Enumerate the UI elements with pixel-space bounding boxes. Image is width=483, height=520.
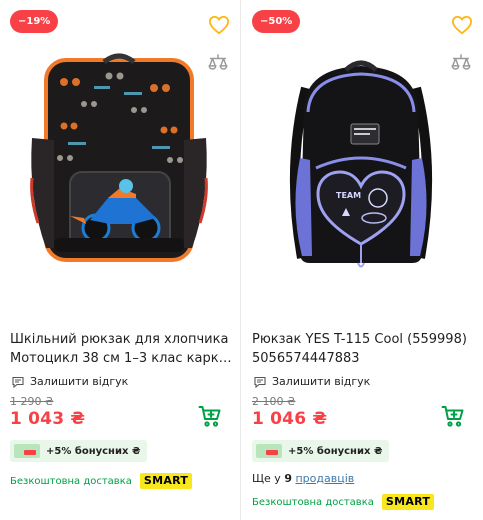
stock-count: 9 bbox=[284, 472, 292, 485]
product-title[interactable]: Рюкзак YES T-115 Cool (559998) 505657444… bbox=[252, 330, 477, 368]
product-title-line: Мотоцикл 38 см 1–3 клас каркасни… bbox=[10, 351, 235, 366]
bonus-label: +5% бонусних ₴ bbox=[46, 445, 141, 457]
old-price: 1 290 ₴ bbox=[10, 395, 54, 408]
discount-badge: −50% bbox=[252, 10, 301, 33]
product-image[interactable] bbox=[24, 48, 214, 278]
svg-text:TEAM: TEAM bbox=[336, 191, 361, 200]
bonus-badge: +5% бонусних ₴ bbox=[252, 440, 389, 462]
discount-badge: −19% bbox=[10, 10, 59, 33]
heart-icon[interactable] bbox=[451, 15, 473, 35]
product-title-line: Рюкзак YES T-115 Cool (559998) bbox=[252, 332, 467, 347]
sellers-link[interactable]: продавців bbox=[295, 472, 354, 485]
cart-icon[interactable] bbox=[198, 404, 222, 428]
product-image[interactable]: TEAM bbox=[266, 48, 456, 278]
leave-review-link[interactable]: Залишити відгук bbox=[12, 375, 128, 388]
bonus-card-icon bbox=[14, 444, 40, 458]
old-price: 2 100 ₴ bbox=[252, 395, 296, 408]
leave-review-label: Залишити відгук bbox=[272, 375, 371, 388]
chat-bubble-icon bbox=[12, 376, 24, 388]
free-delivery: Безкоштовна доставка SMART bbox=[10, 473, 193, 489]
leave-review-link[interactable]: Залишити відгук bbox=[254, 375, 370, 388]
heart-icon[interactable] bbox=[208, 15, 230, 35]
other-sellers: Ще у 9 продавців bbox=[252, 472, 354, 485]
bonus-label: +5% бонусних ₴ bbox=[288, 445, 383, 457]
product-title-line: Шкільний рюкзак для хлопчика bbox=[10, 332, 229, 347]
delivery-label: Безкоштовна доставка bbox=[10, 475, 132, 487]
leave-review-label: Залишити відгук bbox=[30, 375, 129, 388]
bonus-card-icon bbox=[256, 444, 282, 458]
chat-bubble-icon bbox=[254, 376, 266, 388]
cart-icon[interactable] bbox=[441, 404, 465, 428]
stock-prefix: Ще у bbox=[252, 472, 285, 485]
delivery-label: Безкоштовна доставка bbox=[252, 496, 374, 508]
current-price: 1 043 ₴ bbox=[10, 409, 86, 429]
product-grid: −19% Шкільний рюкзак для хлопчика Мотоци… bbox=[0, 0, 483, 520]
product-card[interactable]: −19% Шкільний рюкзак для хлопчика Мотоци… bbox=[0, 0, 241, 520]
bonus-badge: +5% бонусних ₴ bbox=[10, 440, 147, 462]
smart-logo: SMART bbox=[381, 494, 435, 510]
product-card[interactable]: −50% TEAM Рюкзак YES T-115 Cool (559998)… bbox=[242, 0, 483, 520]
current-price: 1 046 ₴ bbox=[252, 409, 328, 429]
smart-logo: SMART bbox=[139, 473, 193, 489]
product-title-line: 5056574447883 bbox=[252, 351, 360, 366]
free-delivery: Безкоштовна доставка SMART bbox=[252, 494, 435, 510]
product-title[interactable]: Шкільний рюкзак для хлопчика Мотоцикл 38… bbox=[10, 330, 235, 368]
